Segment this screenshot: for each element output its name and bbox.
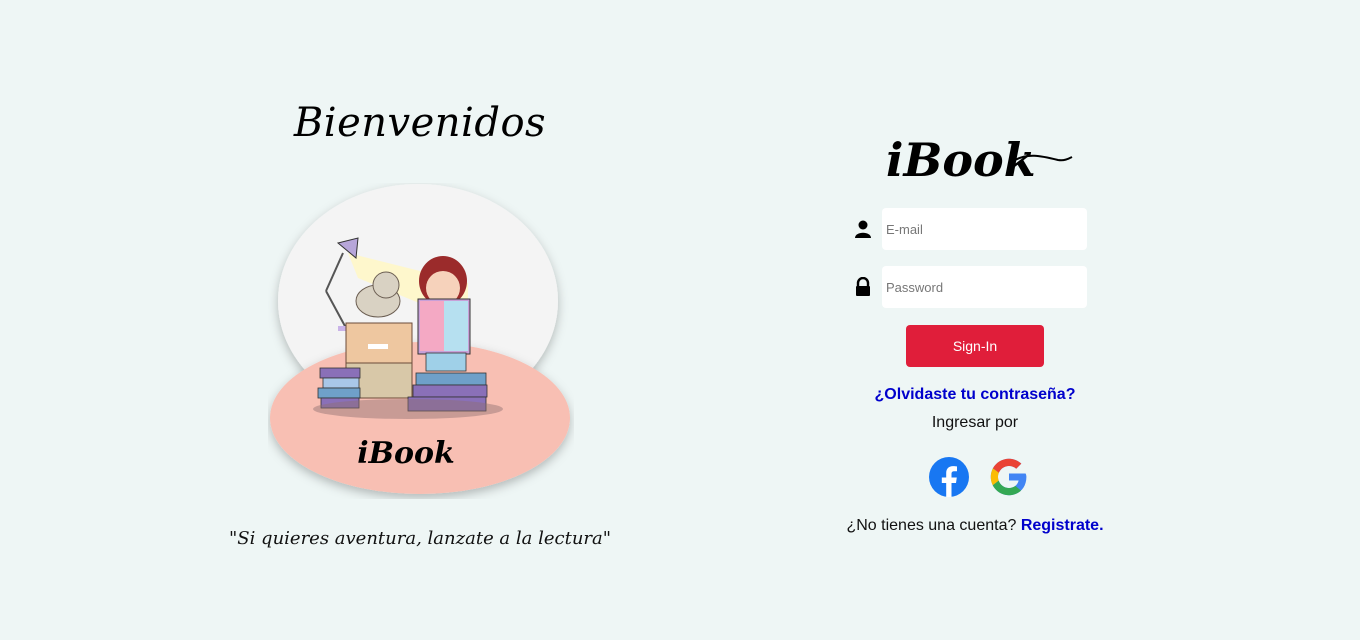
user-icon <box>855 220 871 238</box>
facebook-icon[interactable] <box>928 456 970 498</box>
sign-in-button[interactable]: Sign-In <box>906 325 1044 367</box>
email-row <box>853 208 1093 250</box>
password-input[interactable] <box>882 266 1087 308</box>
google-icon[interactable] <box>988 456 1030 498</box>
welcome-panel: Bienvenidos iBook "Si quieres aventura, … <box>0 0 840 640</box>
no-account-text: ¿No tienes una cuenta? <box>846 517 1017 534</box>
ingresar-por-label: Ingresar por <box>931 414 1019 431</box>
welcome-quote: "Si quieres aventura, lanzate a la lectu… <box>228 528 612 549</box>
illustration-logo-text: iBook <box>357 436 455 471</box>
reading-girl-illustration: iBook <box>270 184 570 494</box>
welcome-title: Bienvenidos <box>293 100 547 146</box>
forgot-password-link[interactable]: ¿Olvidaste tu contraseña? <box>820 386 1130 404</box>
login-panel: iBook Sign-In ¿Olvidaste tu contraseña? … <box>820 0 1130 640</box>
register-link[interactable]: Registrate. <box>1021 517 1104 534</box>
lock-icon <box>856 277 870 296</box>
ibook-logo: iBook <box>886 133 1073 187</box>
password-row <box>853 266 1093 308</box>
register-line: ¿No tienes una cuenta? Registrate. <box>820 517 1130 535</box>
logo-text: iBook <box>886 133 1036 187</box>
email-input[interactable] <box>882 208 1087 250</box>
